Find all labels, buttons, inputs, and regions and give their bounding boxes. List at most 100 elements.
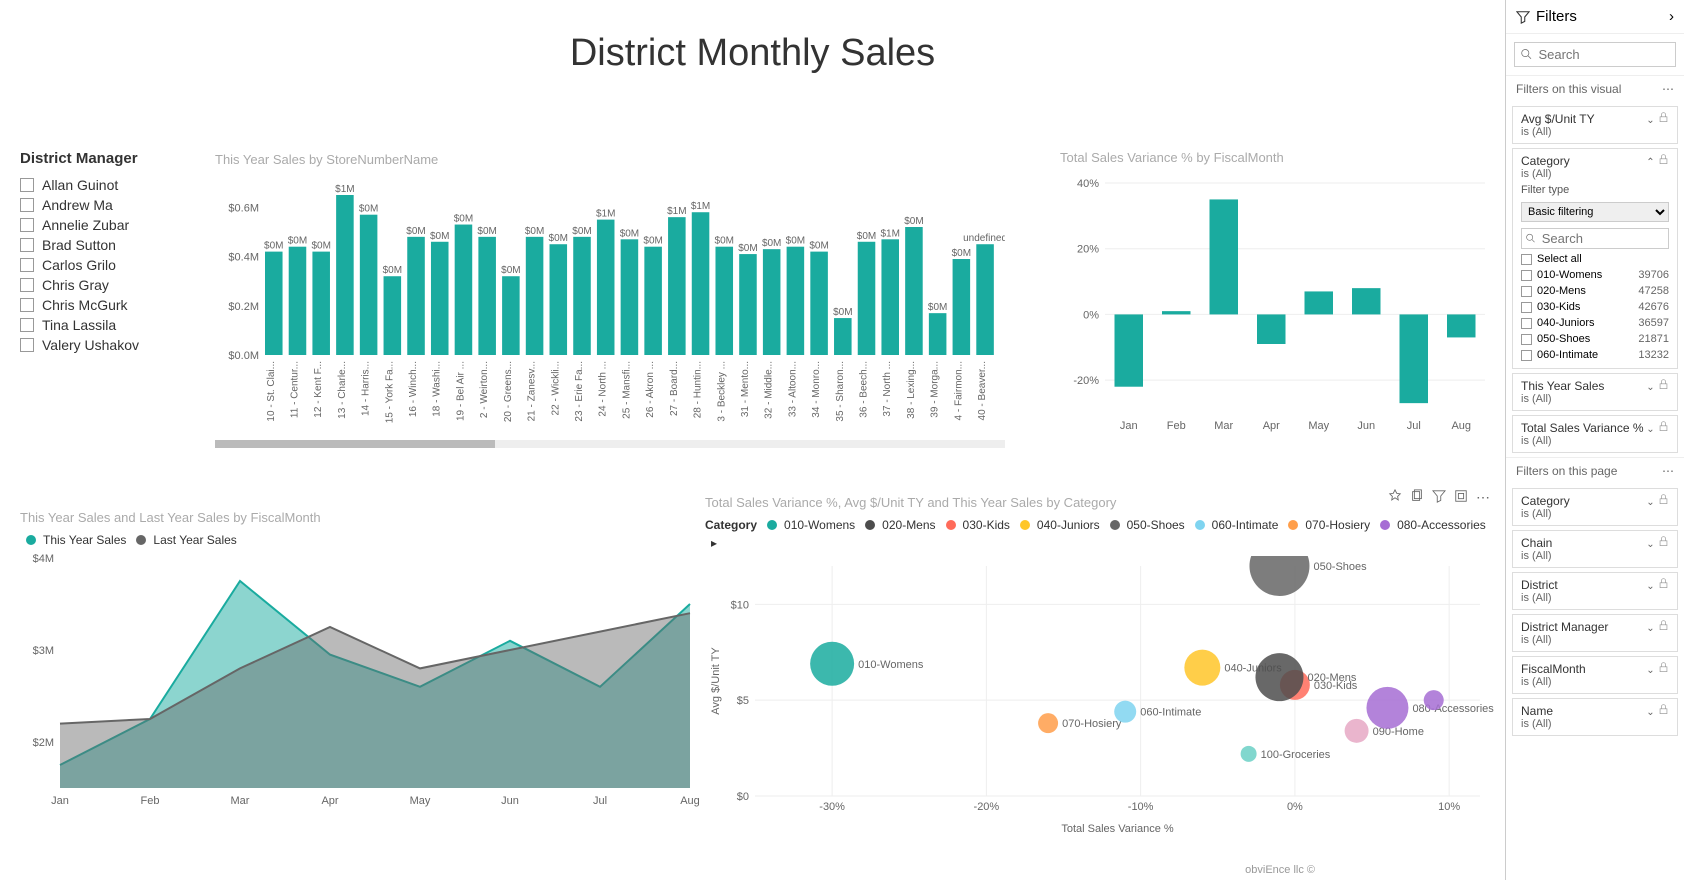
chevron-down-icon[interactable]: ⌄ <box>1646 665 1654 676</box>
checkbox[interactable] <box>1521 350 1532 361</box>
filter-card[interactable]: District⌄ is (All) <box>1512 572 1678 610</box>
bar[interactable] <box>573 237 591 355</box>
filters-search[interactable] <box>1514 42 1676 67</box>
filter-option[interactable]: 060-Intimate13232 <box>1521 347 1669 363</box>
filter-option[interactable]: 050-Shoes21871 <box>1521 331 1669 347</box>
bar[interactable] <box>810 252 828 355</box>
checkbox[interactable] <box>1521 270 1532 281</box>
filters-pane[interactable]: Filters › Filters on this visual ⋯ Avg $… <box>1505 0 1684 880</box>
filter-search-input[interactable] <box>1542 231 1664 246</box>
bar[interactable] <box>1352 288 1381 314</box>
filter-card[interactable]: Name⌄ is (All) <box>1512 698 1678 736</box>
bubble[interactable] <box>1241 746 1257 762</box>
legend-label[interactable]: 030-Kids <box>963 518 1010 532</box>
bar[interactable] <box>455 225 473 355</box>
bar[interactable] <box>858 242 876 355</box>
district-manager-slicer[interactable]: District Manager Allan GuinotAndrew MaAn… <box>20 150 195 355</box>
filter-type-select[interactable]: Basic filtering <box>1521 202 1669 222</box>
legend-label[interactable]: 040-Juniors <box>1037 518 1100 532</box>
bar[interactable] <box>715 247 733 355</box>
checkbox[interactable] <box>1521 302 1532 313</box>
chevron-down-icon[interactable]: ⌄ <box>1646 539 1654 550</box>
legend-label[interactable]: 080-Accessories <box>1397 518 1486 532</box>
bar[interactable] <box>407 237 425 355</box>
filter-card[interactable]: This Year Sales⌄ is (All) <box>1512 373 1678 411</box>
chevron-down-icon[interactable]: ⌄ <box>1646 382 1654 393</box>
bubble[interactable] <box>1184 650 1220 686</box>
more-icon[interactable]: ⋯ <box>1476 489 1490 503</box>
bar[interactable] <box>976 244 994 355</box>
bar[interactable] <box>621 239 639 355</box>
chevron-down-icon[interactable]: ⌄ <box>1646 623 1654 634</box>
bar[interactable] <box>834 318 852 355</box>
checkbox[interactable] <box>20 178 34 192</box>
bubble[interactable] <box>1255 653 1303 701</box>
chevron-down-icon[interactable]: ⌄ <box>1646 707 1654 718</box>
bar[interactable] <box>1305 291 1334 314</box>
checkbox[interactable] <box>20 238 34 252</box>
chart1-scrollbar[interactable] <box>215 440 1005 448</box>
filter-card[interactable]: District Manager⌄ is (All) <box>1512 614 1678 652</box>
bar[interactable] <box>763 249 781 355</box>
checkbox[interactable] <box>1521 334 1532 345</box>
filter-search[interactable] <box>1521 228 1669 249</box>
bar[interactable] <box>360 215 378 355</box>
bar[interactable] <box>312 252 330 355</box>
bar[interactable] <box>905 227 923 355</box>
chevron-down-icon[interactable]: ⌄ <box>1646 581 1654 592</box>
chart-ty-vs-ly[interactable]: This Year Sales and Last Year Sales by F… <box>20 510 700 840</box>
bar[interactable] <box>384 276 402 355</box>
filters-header[interactable]: Filters › <box>1506 0 1684 34</box>
chevron-down-icon[interactable]: ⌄ <box>1646 497 1654 508</box>
filter-card[interactable]: Total Sales Variance %⌄ is (All) <box>1512 415 1678 453</box>
bubble[interactable] <box>1366 687 1408 729</box>
bar[interactable] <box>502 276 520 355</box>
checkbox[interactable] <box>20 318 34 332</box>
slicer-item[interactable]: Chris McGurk <box>20 295 195 315</box>
bubble[interactable] <box>1114 701 1136 723</box>
bar[interactable] <box>478 237 496 355</box>
filter-card[interactable]: FiscalMonth⌄ is (All) <box>1512 656 1678 694</box>
bar[interactable] <box>881 239 899 355</box>
chevron-down-icon[interactable]: ⌄ <box>1646 115 1654 126</box>
legend-label[interactable]: 060-Intimate <box>1212 518 1279 532</box>
filter-option[interactable]: 040-Juniors36597 <box>1521 315 1669 331</box>
more-icon[interactable]: ⋯ <box>1662 464 1674 478</box>
filter-card[interactable]: Chain⌄ is (All) <box>1512 530 1678 568</box>
slicer-item[interactable]: Andrew Ma <box>20 195 195 215</box>
filter-option[interactable]: 010-Womens39706 <box>1521 267 1669 283</box>
chevron-right-icon[interactable]: › <box>1669 8 1674 25</box>
chart-variance-by-month[interactable]: Total Sales Variance % by FiscalMonth -2… <box>1060 150 1495 445</box>
legend-label[interactable]: 050-Shoes <box>1127 518 1185 532</box>
filter-icon[interactable] <box>1432 489 1446 503</box>
bubble[interactable] <box>1038 713 1058 733</box>
bar[interactable] <box>1210 199 1239 314</box>
filter-option[interactable]: Select all <box>1521 251 1669 267</box>
bar[interactable] <box>1447 314 1476 337</box>
checkbox[interactable] <box>20 258 34 272</box>
more-icon[interactable]: ⋯ <box>1662 82 1674 96</box>
chevron-up-icon[interactable]: ⌃ <box>1646 157 1654 168</box>
bar[interactable] <box>644 247 662 355</box>
bar[interactable] <box>1257 314 1286 344</box>
pin-icon[interactable] <box>1388 489 1402 503</box>
chart-this-year-sales-by-store[interactable]: This Year Sales by StoreNumberName $0.0M… <box>215 152 1005 457</box>
filter-option[interactable]: 030-Kids42676 <box>1521 299 1669 315</box>
legend-label[interactable]: 020-Mens <box>882 518 935 532</box>
checkbox[interactable] <box>1521 286 1532 297</box>
bubble[interactable] <box>810 642 854 686</box>
slicer-item[interactable]: Brad Sutton <box>20 235 195 255</box>
bar[interactable] <box>692 212 710 355</box>
checkbox[interactable] <box>20 278 34 292</box>
bar[interactable] <box>668 217 686 355</box>
slicer-item[interactable]: Carlos Grilo <box>20 255 195 275</box>
filter-card[interactable]: Category⌃ is (All)Filter typeBasic filte… <box>1512 148 1678 369</box>
copy-icon[interactable] <box>1410 489 1424 503</box>
filter-card[interactable]: Avg $/Unit TY⌄ is (All) <box>1512 106 1678 144</box>
bar[interactable] <box>289 247 307 355</box>
bar[interactable] <box>739 254 757 355</box>
slicer-item[interactable]: Allan Guinot <box>20 175 195 195</box>
checkbox[interactable] <box>1521 254 1532 265</box>
bar[interactable] <box>929 313 947 355</box>
bar[interactable] <box>787 247 805 355</box>
